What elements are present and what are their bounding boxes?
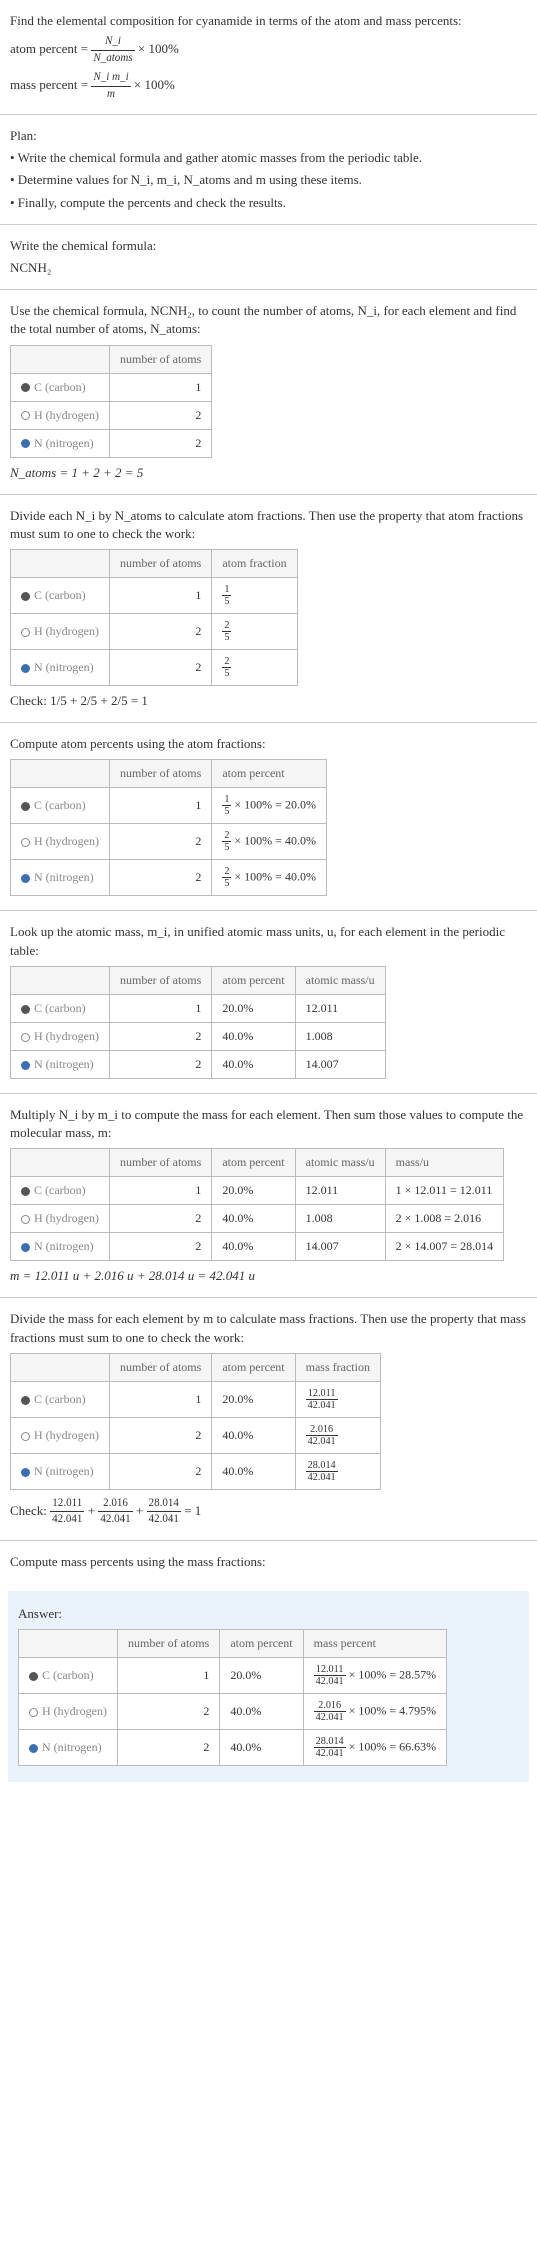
- table-row: C (carbon)115: [11, 578, 298, 614]
- table-row: N (nitrogen)225 × 100% = 40.0%: [11, 860, 327, 896]
- massfrac-table: number of atomsatom percentmass fraction…: [10, 1353, 381, 1490]
- table-row: C (carbon)1: [11, 373, 212, 401]
- atompct-intro: Compute atom percents using the atom fra…: [10, 735, 527, 753]
- table-row: H (hydrogen)225: [11, 614, 298, 650]
- table-row: H (hydrogen)240.0%2.01642.041 × 100% = 4…: [19, 1694, 447, 1730]
- table-row: C (carbon)120.0%12.0111 × 12.011 = 12.01…: [11, 1177, 504, 1205]
- element-dot-icon: [29, 1708, 38, 1717]
- massu-table: number of atomsatom percentatomic mass/u…: [10, 1148, 504, 1261]
- element-dot-icon: [21, 628, 30, 637]
- table-row: N (nitrogen)240.0%28.01442.041 × 100% = …: [19, 1730, 447, 1766]
- count-table: number of atoms C (carbon)1 H (hydrogen)…: [10, 345, 212, 458]
- table-row: H (hydrogen)240.0%1.0082 × 1.008 = 2.016: [11, 1205, 504, 1233]
- atomfrac-check: Check: 1/5 + 2/5 + 2/5 = 1: [10, 692, 527, 710]
- plan-heading: Plan:: [10, 127, 527, 145]
- atom-fraction-section: Divide each N_i by N_atoms to calculate …: [0, 495, 537, 724]
- masspct-table: number of atomsatom percentmass percent …: [18, 1629, 447, 1766]
- table-row: N (nitrogen)240.0%28.01442.041: [11, 1453, 381, 1489]
- table-row: N (nitrogen)240.0%14.007: [11, 1050, 386, 1078]
- element-dot-icon: [29, 1744, 38, 1753]
- intro-text: Find the elemental composition for cyana…: [10, 12, 527, 30]
- table-row: N (nitrogen)240.0%14.0072 × 14.007 = 28.…: [11, 1233, 504, 1261]
- element-dot-icon: [21, 383, 30, 392]
- element-dot-icon: [21, 411, 30, 420]
- table-row: H (hydrogen)2: [11, 401, 212, 429]
- element-dot-icon: [21, 592, 30, 601]
- table-row: N (nitrogen)2: [11, 429, 212, 457]
- element-dot-icon: [21, 838, 30, 847]
- element-dot-icon: [21, 664, 30, 673]
- table-row: N (nitrogen)225: [11, 650, 298, 686]
- intro-section: Find the elemental composition for cyana…: [0, 0, 537, 115]
- count-section: Use the chemical formula, NCNH₂, to coun…: [0, 290, 537, 495]
- table-row: C (carbon)120.0%12.01142.041: [11, 1381, 381, 1417]
- element-dot-icon: [29, 1672, 38, 1681]
- table-row: C (carbon)120.0%12.011: [11, 994, 386, 1022]
- mass-percent-section: Compute mass percents using the mass fra…: [0, 1541, 537, 1583]
- element-dot-icon: [21, 802, 30, 811]
- plan-bullet: • Determine values for N_i, m_i, N_atoms…: [10, 171, 527, 189]
- atomfrac-table: number of atomsatom fraction C (carbon)1…: [10, 549, 298, 686]
- element-dot-icon: [21, 439, 30, 448]
- element-dot-icon: [21, 1396, 30, 1405]
- element-dot-icon: [21, 1243, 30, 1252]
- element-dot-icon: [21, 874, 30, 883]
- atom-percent-section: Compute atom percents using the atom fra…: [0, 723, 537, 911]
- masspct-intro: Compute mass percents using the mass fra…: [10, 1553, 527, 1571]
- plan-bullet: • Write the chemical formula and gather …: [10, 149, 527, 167]
- atompct-table: number of atomsatom percent C (carbon)11…: [10, 759, 327, 896]
- element-dot-icon: [21, 1215, 30, 1224]
- massfrac-check: Check: 12.01142.041 + 2.01642.041 + 28.0…: [10, 1496, 527, 1528]
- element-dot-icon: [21, 1061, 30, 1070]
- plan-section: Plan: • Write the chemical formula and g…: [0, 115, 537, 225]
- atomicmass-intro: Look up the atomic mass, m_i, in unified…: [10, 923, 527, 959]
- element-dot-icon: [21, 1468, 30, 1477]
- atomfrac-intro: Divide each N_i by N_atoms to calculate …: [10, 507, 527, 543]
- count-total: N_atoms = 1 + 2 + 2 = 5: [10, 464, 527, 482]
- table-row: H (hydrogen)240.0%2.01642.041: [11, 1417, 381, 1453]
- table-row: C (carbon)120.0%12.01142.041 × 100% = 28…: [19, 1658, 447, 1694]
- mass-percent-formula: mass percent = N_i m_im × 100%: [10, 70, 527, 102]
- count-intro: Use the chemical formula, NCNH₂, to coun…: [10, 302, 527, 338]
- answer-label: Answer:: [18, 1605, 519, 1623]
- table-row: H (hydrogen)225 × 100% = 40.0%: [11, 824, 327, 860]
- formula-heading: Write the chemical formula:: [10, 237, 527, 255]
- massu-intro: Multiply N_i by m_i to compute the mass …: [10, 1106, 527, 1142]
- atomic-mass-section: Look up the atomic mass, m_i, in unified…: [0, 911, 537, 1093]
- table-row: H (hydrogen)240.0%1.008: [11, 1022, 386, 1050]
- massfrac-intro: Divide the mass for each element by m to…: [10, 1310, 527, 1346]
- element-dot-icon: [21, 1187, 30, 1196]
- table-row: C (carbon)115 × 100% = 20.0%: [11, 788, 327, 824]
- formula-section: Write the chemical formula: NCNH₂: [0, 225, 537, 290]
- answer-block: Answer: number of atomsatom percentmass …: [8, 1591, 529, 1782]
- formula-value: NCNH₂: [10, 259, 527, 277]
- element-dot-icon: [21, 1005, 30, 1014]
- mass-fraction-section: Divide the mass for each element by m to…: [0, 1298, 537, 1540]
- mass-u-section: Multiply N_i by m_i to compute the mass …: [0, 1094, 537, 1299]
- massu-total: m = 12.011 u + 2.016 u + 28.014 u = 42.0…: [10, 1267, 527, 1285]
- plan-bullet: • Finally, compute the percents and chec…: [10, 194, 527, 212]
- atomicmass-table: number of atomsatom percentatomic mass/u…: [10, 966, 386, 1079]
- atom-percent-formula: atom percent = N_iN_atoms × 100%: [10, 34, 527, 66]
- element-dot-icon: [21, 1033, 30, 1042]
- element-dot-icon: [21, 1432, 30, 1441]
